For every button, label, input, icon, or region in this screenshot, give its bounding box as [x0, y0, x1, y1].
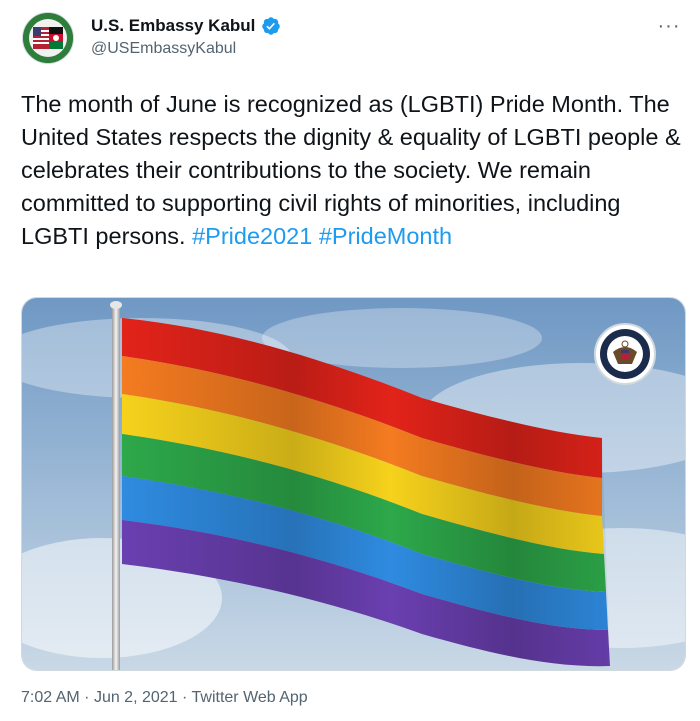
state-department-seal-icon — [594, 323, 656, 385]
author-name-row: U.S. Embassy Kabul — [91, 16, 281, 36]
tweet: U.S. Embassy Kabul @USEmbassyKabul ··· T… — [0, 0, 700, 721]
verified-badge-icon — [261, 16, 281, 36]
more-options-icon[interactable]: ··· — [655, 12, 683, 40]
tweet-date[interactable]: Jun 2, 2021 — [94, 689, 178, 706]
avatar[interactable] — [22, 12, 74, 64]
hashtag-pride2021[interactable]: #Pride2021 — [192, 223, 312, 249]
tweet-media-image[interactable] — [21, 297, 686, 671]
meta-separator: · — [84, 689, 90, 706]
tweet-source[interactable]: Twitter Web App — [192, 689, 308, 706]
meta-separator: · — [182, 689, 188, 706]
tweet-text: The month of June is recognized as (LGBT… — [21, 88, 681, 253]
hashtag-pridemonth[interactable]: #PrideMonth — [319, 223, 452, 249]
embassy-seal-icon — [23, 13, 73, 63]
rainbow-flag-image — [22, 298, 685, 670]
tweet-meta: 7:02 AM · Jun 2, 2021 · Twitter Web App — [21, 689, 308, 707]
author-handle[interactable]: @USEmbassyKabul — [91, 40, 236, 58]
author-display-name[interactable]: U.S. Embassy Kabul — [91, 16, 255, 36]
tweet-time[interactable]: 7:02 AM — [21, 689, 80, 706]
